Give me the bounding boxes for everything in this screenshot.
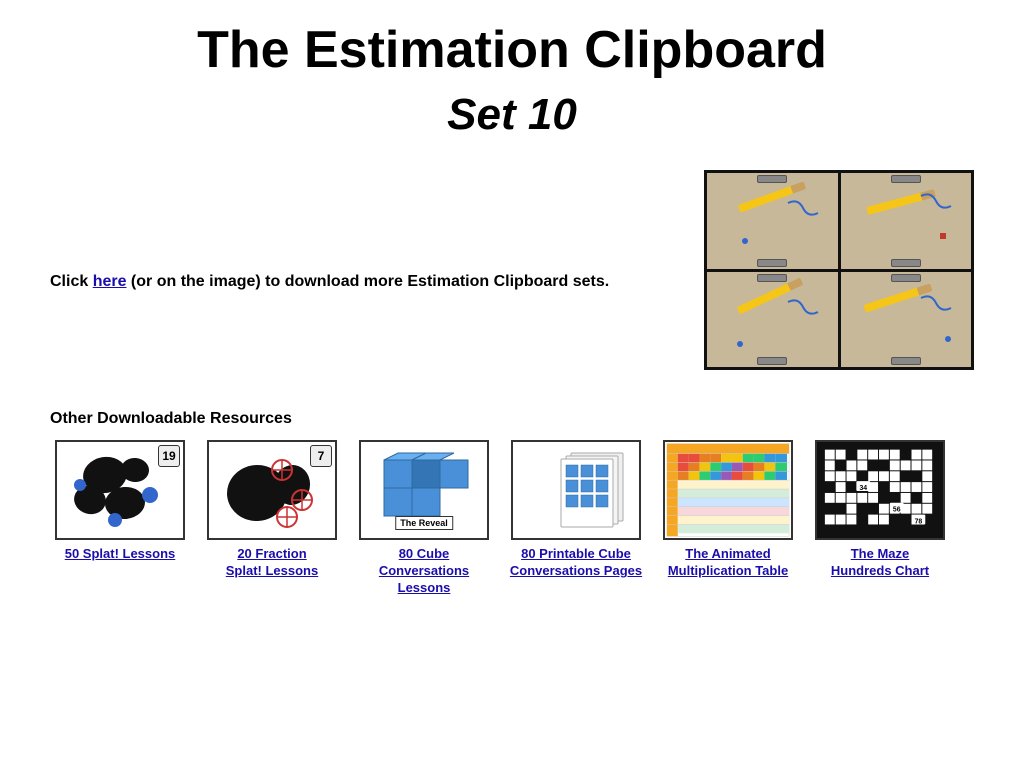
printable-svg xyxy=(516,445,636,535)
page-subtitle: Set 10 xyxy=(50,90,974,140)
clip-tr-bottom xyxy=(891,259,921,267)
resources-section: Other Downloadable Resources 19 xyxy=(50,410,974,597)
clip-tr-top xyxy=(891,175,921,183)
maze-label[interactable]: The MazeHundreds Chart xyxy=(831,546,929,580)
description-text-after: (or on the image) to download more Estim… xyxy=(126,273,609,290)
description-text-before: Click xyxy=(50,273,93,290)
description-block: Click here (or on the image) to download… xyxy=(50,170,609,294)
resource-mult-table: The AnimatedMultiplication Table xyxy=(658,440,798,580)
here-link[interactable]: here xyxy=(93,273,127,290)
clipboard-cell-tl xyxy=(707,173,838,269)
resource-cube-conversations: The Reveal 80 Cube ConversationsLessons xyxy=(354,440,494,597)
splat-badge: 19 xyxy=(158,445,180,467)
resources-grid: 19 50 Splat! Lessons xyxy=(50,440,974,597)
clipboard-cell-br xyxy=(841,272,972,368)
resources-title: Other Downloadable Resources xyxy=(50,410,974,428)
fraction-badge: 7 xyxy=(310,445,332,467)
page-container: The Estimation Clipboard Set 10 Click he… xyxy=(0,0,1024,627)
cube-thumb[interactable]: The Reveal xyxy=(359,440,489,540)
resource-maze-chart: 34 56 78 The MazeHundreds Chart xyxy=(810,440,950,580)
cube-label[interactable]: 80 Cube ConversationsLessons xyxy=(354,546,494,597)
clip-bl-top xyxy=(757,274,787,282)
clip-bl-bottom xyxy=(757,357,787,365)
svg-text:56: 56 xyxy=(893,507,901,514)
dot-tl xyxy=(742,238,748,244)
squiggle-bl xyxy=(778,292,828,342)
fraction-splat-thumb[interactable]: 7 xyxy=(207,440,337,540)
cube-reveal-label: The Reveal xyxy=(395,516,453,530)
maze-svg: 34 56 78 xyxy=(817,441,943,539)
squiggle-br xyxy=(913,290,963,340)
resource-splat-lessons: 19 50 Splat! Lessons xyxy=(50,440,190,563)
dot-br xyxy=(945,336,951,342)
content-section: Click here (or on the image) to download… xyxy=(50,170,974,370)
svg-text:34: 34 xyxy=(859,485,867,492)
resource-fraction-splat: 7 xyxy=(202,440,342,580)
mult-svg xyxy=(665,441,791,539)
page-title: The Estimation Clipboard xyxy=(50,20,974,80)
printable-label[interactable]: 80 Printable CubeConversations Pages xyxy=(510,546,642,580)
clip-br-top xyxy=(891,274,921,282)
clip-tl-top xyxy=(757,175,787,183)
printable-thumb[interactable] xyxy=(511,440,641,540)
squiggle-tr xyxy=(913,188,963,238)
mult-label[interactable]: The AnimatedMultiplication Table xyxy=(668,546,788,580)
clipboard-image[interactable] xyxy=(704,170,974,370)
clip-br-bottom xyxy=(891,357,921,365)
svg-text:78: 78 xyxy=(915,518,923,525)
splat-lessons-label[interactable]: 50 Splat! Lessons xyxy=(65,546,176,563)
dot-tr xyxy=(940,233,946,239)
resource-printable-cube: 80 Printable CubeConversations Pages xyxy=(506,440,646,580)
splat-lessons-thumb[interactable]: 19 xyxy=(55,440,185,540)
fraction-splat-label[interactable]: 20 FractionSplat! Lessons xyxy=(226,546,318,580)
squiggle-tl xyxy=(778,193,828,243)
clipboard-cell-bl xyxy=(707,272,838,368)
dot-bl xyxy=(737,341,743,347)
mult-thumb[interactable] xyxy=(663,440,793,540)
clipboard-cell-tr xyxy=(841,173,972,269)
maze-thumb[interactable]: 34 56 78 xyxy=(815,440,945,540)
clip-tl-bottom xyxy=(757,259,787,267)
